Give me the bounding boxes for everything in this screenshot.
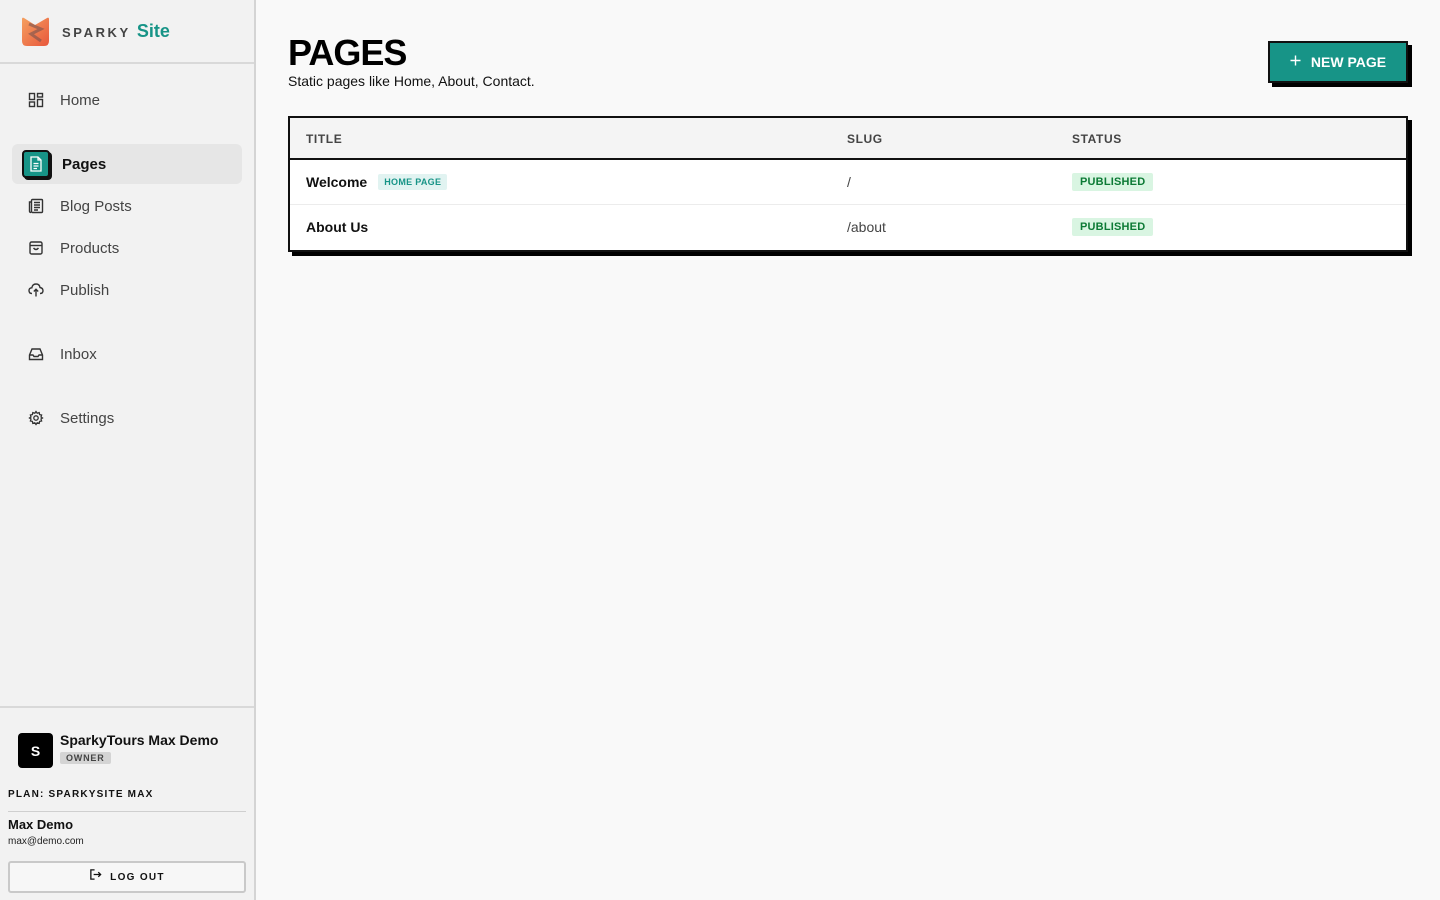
slug-cell: /about	[847, 219, 886, 235]
slug-cell: /	[847, 174, 851, 190]
sidebar-item-label: Settings	[60, 409, 115, 427]
sidebar-item-publish[interactable]: Publish	[12, 270, 242, 310]
column-header-slug[interactable]: SLUG	[847, 132, 883, 146]
status-badge: PUBLISHED	[1072, 218, 1154, 236]
sidebar-item-label: Inbox	[60, 345, 97, 363]
org-name: SparkyTours Max Demo	[60, 732, 219, 748]
home-page-badge: HOME PAGE	[378, 174, 448, 190]
role-badge: OWNER	[60, 752, 111, 764]
page-title-cell[interactable]: Welcome	[306, 174, 367, 190]
sidebar-item-label: Blog Posts	[60, 197, 132, 215]
user-email: max@demo.com	[8, 836, 84, 847]
brand[interactable]: SPARKY Site	[0, 0, 254, 64]
shopping-bag-icon	[26, 238, 46, 258]
status-badge: PUBLISHED	[1072, 173, 1154, 191]
new-page-button[interactable]: NEW PAGE	[1268, 41, 1408, 83]
divider	[8, 811, 246, 812]
table-header: TITLE SLUG STATUS	[290, 118, 1406, 160]
sidebar-item-inbox[interactable]: Inbox	[12, 334, 242, 374]
new-page-label: NEW PAGE	[1310, 54, 1387, 70]
page-title-cell[interactable]: About Us	[306, 219, 368, 235]
org-avatar: S	[18, 733, 53, 768]
sidebar-item-label: Pages	[62, 155, 107, 173]
table-row[interactable]: Welcome HOME PAGE / PUBLISHED	[290, 160, 1406, 205]
column-header-title[interactable]: TITLE	[306, 132, 342, 146]
inbox-icon	[26, 344, 46, 364]
table-row[interactable]: About Us /about PUBLISHED	[290, 205, 1406, 250]
org-switcher[interactable]: S SparkyTours Max Demo OWNER	[18, 732, 218, 768]
sidebar-item-settings[interactable]: Settings	[12, 398, 242, 438]
plan-label: PLAN: SPARKYSITE MAX	[8, 789, 154, 800]
dashboard-icon	[26, 90, 46, 110]
sidebar-item-products[interactable]: Products	[12, 228, 242, 268]
logout-label: LOG OUT	[110, 871, 165, 883]
pages-table: TITLE SLUG STATUS Welcome HOME PAGE / PU…	[288, 116, 1408, 252]
document-icon	[22, 150, 50, 178]
account-panel: S SparkyTours Max Demo OWNER PLAN: SPARK…	[0, 706, 254, 900]
column-header-status[interactable]: STATUS	[1072, 132, 1122, 146]
logout-button[interactable]: LOG OUT	[8, 861, 246, 893]
page-title: PAGES	[288, 32, 407, 73]
user-name: Max Demo	[8, 817, 74, 832]
sidebar-item-home[interactable]: Home	[12, 80, 242, 120]
sidebar-item-pages[interactable]: Pages	[12, 144, 242, 184]
sidebar-item-label: Publish	[60, 281, 110, 299]
cloud-upload-icon	[26, 280, 46, 300]
sidebar-item-label: Products	[60, 239, 120, 257]
logout-icon	[89, 868, 102, 886]
newspaper-icon	[26, 196, 46, 216]
sparky-logo-icon	[19, 15, 52, 48]
page-subtitle: Static pages like Home, About, Contact.	[288, 73, 535, 89]
brand-name-prefix: SPARKY	[62, 24, 131, 40]
sidebar-item-label: Home	[60, 91, 101, 109]
sidebar: SPARKY Site Home Pages Blog Posts Produc…	[0, 0, 256, 900]
gear-icon	[26, 408, 46, 428]
plus-icon	[1290, 53, 1301, 71]
sidebar-item-blog-posts[interactable]: Blog Posts	[12, 186, 242, 226]
brand-name-suffix: Site	[136, 20, 170, 41]
